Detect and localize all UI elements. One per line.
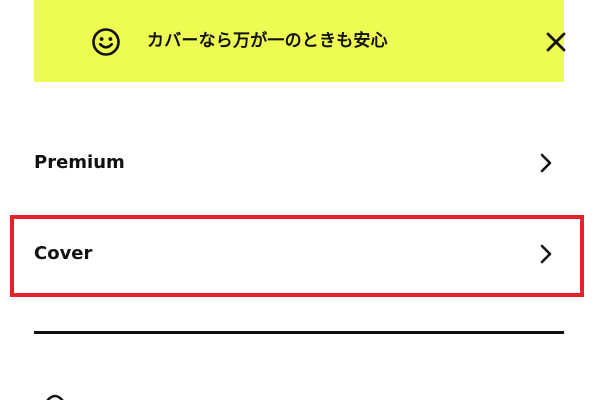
chevron-right-icon xyxy=(538,151,554,175)
menu-item-label: Cover xyxy=(34,243,93,264)
menu-item-label: Premium xyxy=(34,152,125,173)
close-icon[interactable] xyxy=(544,30,568,54)
chevron-right-icon xyxy=(538,242,554,266)
banner-message: カバーなら万が一のときも安心 xyxy=(147,31,388,51)
menu-item-premium[interactable]: Premium xyxy=(34,122,564,202)
smiley-face-icon xyxy=(91,27,121,57)
promo-banner: カバーなら万が一のときも安心 xyxy=(34,0,566,82)
section-divider xyxy=(34,331,564,334)
menu-item-cover[interactable]: Cover xyxy=(34,216,564,296)
partial-icon xyxy=(44,391,66,400)
page: カバーなら万が一のときも安心 Premium Cover xyxy=(0,0,600,400)
